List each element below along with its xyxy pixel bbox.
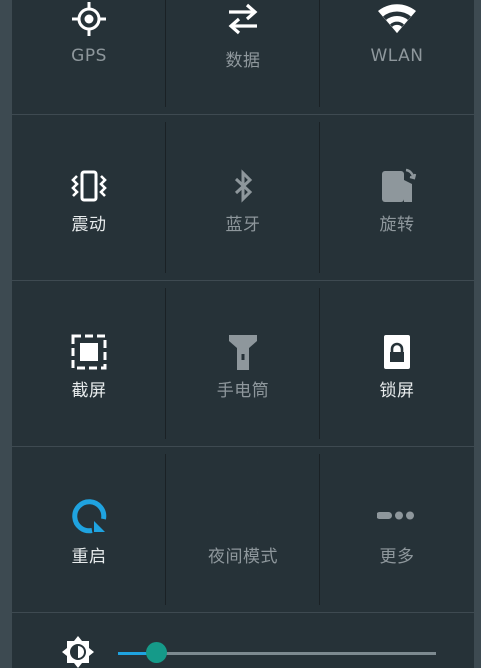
tile-restart[interactable]: 重启 (12, 454, 166, 614)
tile-gps[interactable]: GPS (12, 0, 166, 118)
tile-screenshot-label: 截屏 (71, 381, 107, 401)
tile-wlan-label: WLAN (370, 46, 424, 66)
tile-flashlight[interactable]: 手电筒 (166, 288, 320, 448)
tile-lock-screen-label: 锁屏 (379, 381, 415, 401)
data-transfer-icon (228, 3, 258, 35)
right-edge (474, 0, 481, 668)
quick-settings-screen: GPS 数据 WLAN 震动 蓝牙 旋转 截屏 手电筒 锁屏 重启 夜间模式 更… (0, 0, 481, 668)
vibrate-icon (71, 170, 107, 202)
more-icon (377, 511, 414, 520)
gps-icon (72, 2, 106, 36)
tile-data-label: 数据 (225, 51, 261, 71)
tile-data[interactable]: 数据 (166, 0, 320, 118)
tile-screenshot[interactable]: 截屏 (12, 288, 166, 448)
wifi-icon (378, 4, 416, 33)
tile-more-label: 更多 (379, 547, 415, 567)
tile-bluetooth[interactable]: 蓝牙 (166, 122, 320, 282)
quick-settings-panel: GPS 数据 WLAN 震动 蓝牙 旋转 截屏 手电筒 锁屏 重启 夜间模式 更… (12, 0, 474, 668)
tile-restart-label: 重启 (71, 547, 107, 567)
brightness-slider-thumb[interactable] (146, 642, 167, 663)
rotate-icon (382, 168, 417, 202)
tile-more[interactable]: 更多 (320, 454, 474, 614)
tile-bluetooth-label: 蓝牙 (225, 215, 261, 235)
tile-rotate[interactable]: 旋转 (320, 122, 474, 282)
tile-lock-screen[interactable]: 锁屏 (320, 288, 474, 448)
lock-screen-icon (384, 335, 410, 369)
screenshot-icon (71, 334, 107, 370)
left-edge (0, 0, 12, 668)
flashlight-icon (229, 335, 257, 370)
tile-flashlight-label: 手电筒 (216, 381, 270, 401)
tile-vibrate[interactable]: 震动 (12, 122, 166, 282)
bluetooth-icon (234, 169, 253, 203)
tile-vibrate-label: 震动 (71, 215, 107, 235)
tile-rotate-label: 旋转 (379, 215, 415, 235)
tile-gps-label: GPS (71, 46, 107, 66)
tile-wlan[interactable]: WLAN (320, 0, 474, 118)
tile-night-mode[interactable]: 夜间模式 (166, 454, 320, 614)
brightness-icon (62, 636, 94, 668)
tile-night-mode-label: 夜间模式 (208, 547, 278, 567)
brightness-row (12, 613, 474, 668)
night-mode-icon (229, 502, 258, 531)
restart-icon (72, 499, 107, 534)
